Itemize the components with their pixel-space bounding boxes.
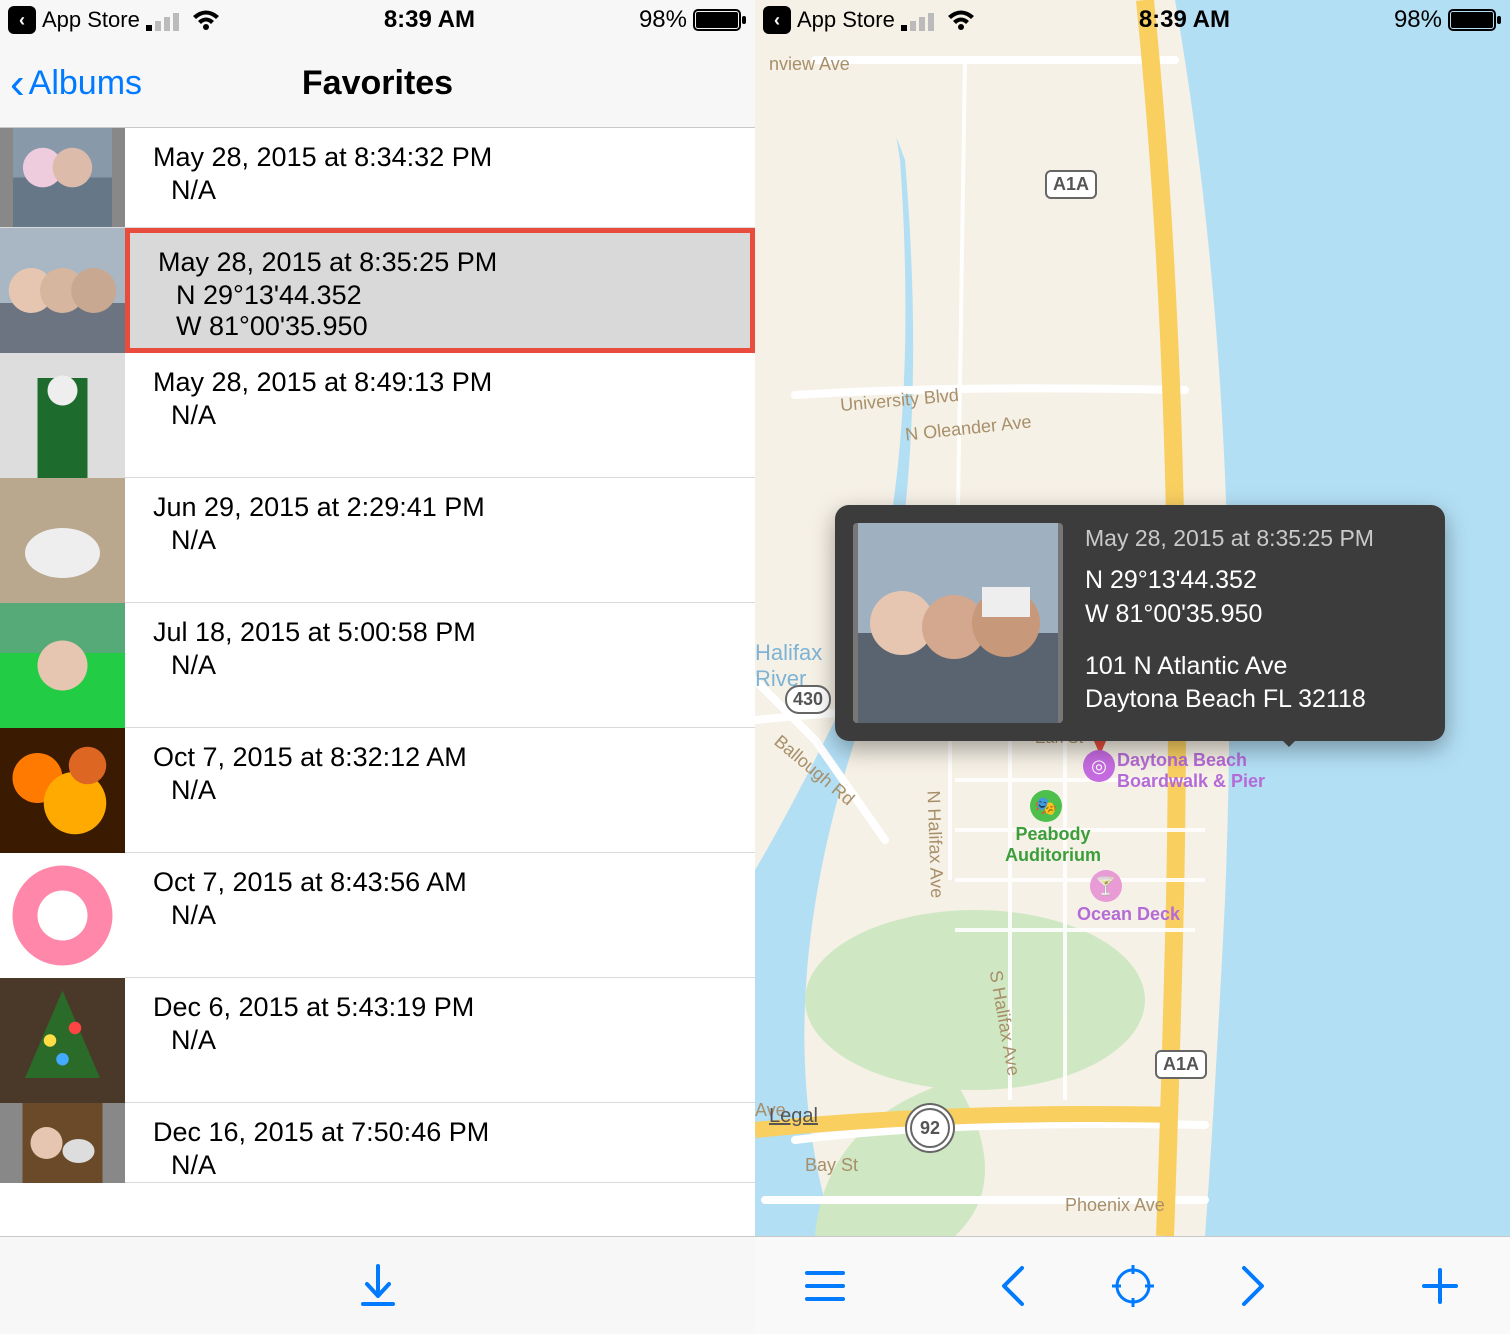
- status-time: 8:39 AM: [384, 6, 475, 34]
- cellular-signal-icon: [901, 10, 941, 30]
- photo-coords1: N/A: [153, 525, 737, 556]
- photo-coords1: N/A: [153, 775, 737, 806]
- photo-date: Jun 29, 2015 at 2:29:41 PM: [153, 492, 737, 523]
- back-to-app-badge-icon[interactable]: ‹: [8, 6, 36, 34]
- photo-thumbnail: [0, 978, 125, 1103]
- photo-date: Oct 7, 2015 at 8:32:12 AM: [153, 742, 737, 773]
- poi-label: Ocean Deck: [1077, 904, 1180, 925]
- next-button[interactable]: [1223, 1256, 1283, 1316]
- status-time: 8:39 AM: [1139, 6, 1230, 34]
- photo-thumbnail: [0, 603, 125, 728]
- route-shield: 430: [785, 685, 831, 714]
- wifi-icon: [192, 9, 220, 31]
- list-item[interactable]: Jun 29, 2015 at 2:29:41 PM N/A: [0, 478, 755, 603]
- callout-photo-thumbnail: [853, 523, 1063, 723]
- photo-date: Jul 18, 2015 at 5:00:58 PM: [153, 617, 737, 648]
- photo-coords1: N 29°13'44.352: [158, 280, 732, 311]
- battery-percent: 98%: [1394, 6, 1442, 34]
- list-item[interactable]: May 28, 2015 at 8:49:13 PM N/A: [0, 353, 755, 478]
- callout-latitude: N 29°13'44.352: [1085, 564, 1423, 598]
- callout-date: May 28, 2015 at 8:35:25 PM: [1085, 523, 1423, 554]
- poi-pin-icon[interactable]: 🎭: [1030, 790, 1062, 822]
- photo-date: May 28, 2015 at 8:49:13 PM: [153, 367, 737, 398]
- download-button[interactable]: [348, 1256, 408, 1316]
- map-view[interactable]: nview Ave University Blvd N Oleander Ave…: [755, 0, 1510, 1236]
- battery-icon: [693, 9, 747, 31]
- cellular-signal-icon: [146, 10, 186, 30]
- photo-thumbnail: [0, 1103, 125, 1183]
- back-button-label: Albums: [29, 64, 142, 103]
- callout-address-line2: Daytona Beach FL 32118: [1085, 683, 1423, 717]
- list-item[interactable]: Oct 7, 2015 at 8:43:56 AM N/A: [0, 853, 755, 978]
- back-to-app-badge-icon[interactable]: ‹: [763, 6, 791, 34]
- bottom-toolbar: [755, 1236, 1510, 1334]
- street-label: Phoenix Ave: [1065, 1195, 1165, 1216]
- photo-coords2: W 81°00'35.950: [158, 311, 732, 342]
- battery-icon: [1448, 9, 1502, 31]
- street-label: N Halifax Ave: [923, 790, 948, 898]
- list-item[interactable]: Oct 7, 2015 at 8:32:12 AM N/A: [0, 728, 755, 853]
- photo-thumbnail: [0, 128, 125, 228]
- photo-thumbnail: [0, 728, 125, 853]
- poi-pin-icon[interactable]: 🍸: [1090, 870, 1122, 902]
- route-shield: 92: [910, 1108, 950, 1148]
- callout-longitude: W 81°00'35.950: [1085, 598, 1423, 632]
- photo-coords1: N/A: [153, 650, 737, 681]
- left-screenshot: ‹ App Store 8:39 AM 98% ‹ Albums Favorit…: [0, 0, 755, 1334]
- photo-thumbnail: [0, 478, 125, 603]
- photo-coords1: N/A: [153, 1150, 737, 1181]
- photo-coords1: N/A: [153, 400, 737, 431]
- photo-list[interactable]: May 28, 2015 at 8:34:32 PM N/A May 28, 2…: [0, 128, 755, 1236]
- battery-percent: 98%: [639, 6, 687, 34]
- photo-thumbnail: [0, 853, 125, 978]
- street-label: Bay St: [805, 1155, 858, 1176]
- list-item[interactable]: May 28, 2015 at 8:34:32 PM N/A: [0, 128, 755, 228]
- street-label: nview Ave: [769, 54, 850, 75]
- photo-date: Dec 6, 2015 at 5:43:19 PM: [153, 992, 737, 1023]
- locate-button[interactable]: [1103, 1256, 1163, 1316]
- back-to-app-label[interactable]: App Store: [797, 7, 895, 33]
- right-screenshot: ‹ App Store 8:39 AM 98%: [755, 0, 1510, 1334]
- wifi-icon: [947, 9, 975, 31]
- photo-date: May 28, 2015 at 8:35:25 PM: [158, 247, 732, 278]
- page-title: Favorites: [302, 64, 453, 103]
- route-shield: A1A: [1045, 170, 1097, 199]
- list-item[interactable]: Dec 16, 2015 at 7:50:46 PM N/A: [0, 1103, 755, 1183]
- list-item[interactable]: Dec 6, 2015 at 5:43:19 PM N/A: [0, 978, 755, 1103]
- status-bar: ‹ App Store 8:39 AM 98%: [755, 0, 1510, 40]
- navigation-bar: ‹ Albums Favorites: [0, 40, 755, 128]
- photo-coords1: N/A: [153, 1025, 737, 1056]
- chevron-left-icon: ‹: [10, 62, 25, 106]
- photo-coords1: N/A: [153, 175, 737, 206]
- photo-coords1: N/A: [153, 900, 737, 931]
- route-shield: A1A: [1155, 1050, 1207, 1079]
- back-to-app-label[interactable]: App Store: [42, 7, 140, 33]
- poi-label: Daytona Beach Boardwalk & Pier: [1117, 750, 1265, 792]
- photo-date: May 28, 2015 at 8:34:32 PM: [153, 142, 737, 173]
- list-view-button[interactable]: [795, 1256, 855, 1316]
- list-item-selected[interactable]: May 28, 2015 at 8:35:25 PM N 29°13'44.35…: [0, 228, 755, 353]
- map-legal-link[interactable]: Legal: [769, 1105, 818, 1128]
- bottom-toolbar: [0, 1236, 755, 1334]
- add-button[interactable]: [1410, 1256, 1470, 1316]
- poi-pin-icon[interactable]: ◎: [1083, 750, 1115, 782]
- previous-button[interactable]: [983, 1256, 1043, 1316]
- status-bar: ‹ App Store 8:39 AM 98%: [0, 0, 755, 40]
- list-item[interactable]: Jul 18, 2015 at 5:00:58 PM N/A: [0, 603, 755, 728]
- callout-address-line1: 101 N Atlantic Ave: [1085, 650, 1423, 684]
- map-callout[interactable]: May 28, 2015 at 8:35:25 PM N 29°13'44.35…: [835, 505, 1445, 741]
- photo-date: Dec 16, 2015 at 7:50:46 PM: [153, 1117, 737, 1148]
- back-button[interactable]: ‹ Albums: [10, 62, 142, 106]
- photo-date: Oct 7, 2015 at 8:43:56 AM: [153, 867, 737, 898]
- photo-thumbnail: [0, 228, 125, 353]
- poi-label: Peabody Auditorium: [1005, 824, 1101, 866]
- photo-thumbnail: [0, 353, 125, 478]
